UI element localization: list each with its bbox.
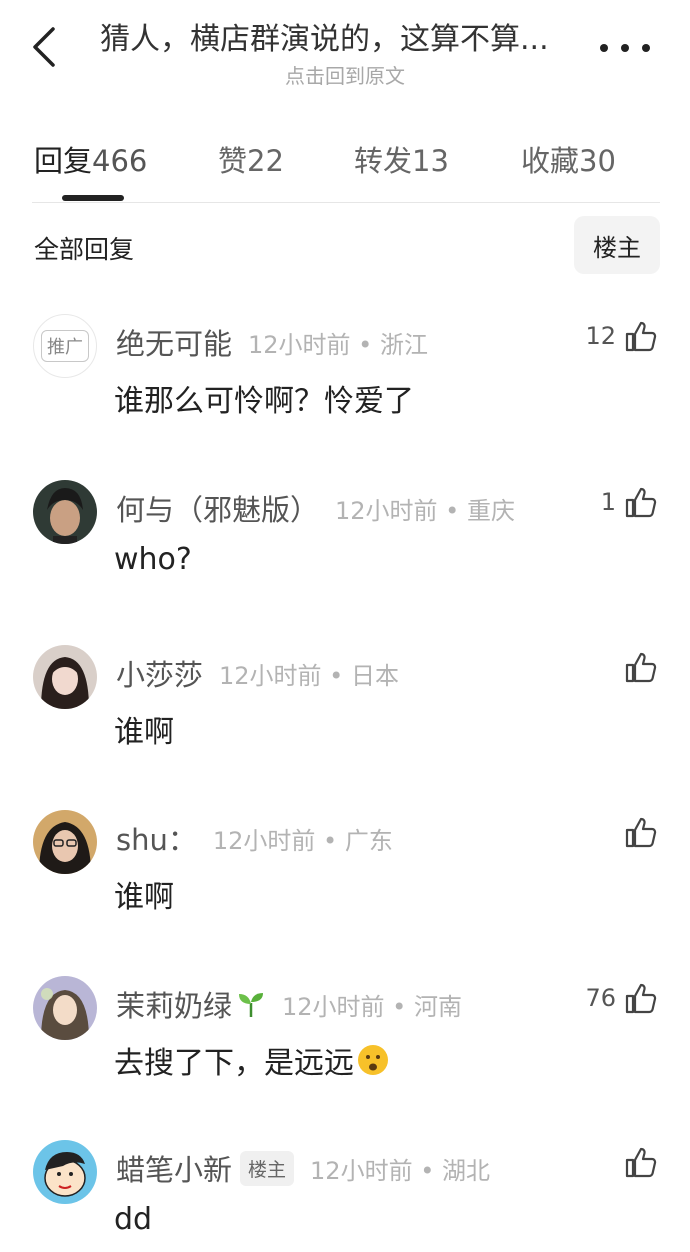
like-button[interactable] xyxy=(624,812,658,852)
like-button[interactable]: 1 xyxy=(601,482,658,522)
avatar-image xyxy=(33,976,97,1040)
comment-page: 猜人，横店群演说的，这算不算... 点击回到原文 回复466 赞22 转发13 … xyxy=(0,0,690,1252)
username[interactable]: 何与（邪魅版） xyxy=(116,487,319,529)
comment-meta: 12小时前 • 浙江 xyxy=(248,330,428,359)
avatar[interactable] xyxy=(33,1140,97,1204)
thumbs-up-icon xyxy=(625,983,657,1014)
like-button[interactable]: 12 xyxy=(585,316,658,356)
comment-item: 茉莉奶绿 12小时前 • 河南 76 去搜了下，是远远 xyxy=(0,976,690,1126)
comment-item: 何与（邪魅版） 12小时前 • 重庆 1 who? xyxy=(0,480,690,630)
avatar-image xyxy=(33,480,97,544)
comment-item: 推广 绝无可能 12小时前 • 浙江 12 谁那么可怜啊？怜爱了 xyxy=(0,314,690,464)
tab-bar: 回复466 赞22 转发13 收藏30 xyxy=(0,130,690,200)
like-count: 1 xyxy=(600,488,616,516)
more-button[interactable] xyxy=(600,36,650,60)
comment-text: 谁那么可怜啊？怜爱了 xyxy=(114,384,414,419)
username[interactable]: 绝无可能 xyxy=(116,321,232,363)
comment-meta: 12小时前 • 日本 xyxy=(219,661,399,690)
avatar-image xyxy=(33,645,97,709)
comment-text: dd xyxy=(114,1202,153,1237)
tab-likes[interactable]: 赞22 xyxy=(218,138,284,180)
tab-divider xyxy=(32,202,660,203)
comment-meta: 12小时前 • 河南 xyxy=(282,992,462,1021)
frowning-face-emoji xyxy=(358,1045,388,1075)
thumbs-up-icon xyxy=(625,1147,657,1178)
comment-item: 蜡笔小新 楼主 12小时前 • 湖北 dd xyxy=(0,1140,690,1252)
all-replies-label: 全部回复 xyxy=(34,235,135,264)
avatar[interactable] xyxy=(33,810,97,874)
comment-meta: 12小时前 • 广东 xyxy=(212,826,393,855)
avatar[interactable] xyxy=(33,976,97,1040)
tab-favorites[interactable]: 收藏30 xyxy=(521,138,616,180)
thumbs-up-icon xyxy=(625,321,657,352)
back-to-original-link[interactable]: 点击回到原文 xyxy=(0,60,690,89)
comment-text: 谁啊 xyxy=(114,715,174,750)
like-count: 12 xyxy=(585,322,616,350)
comment-item: shu： 12小时前 • 广东 谁啊 xyxy=(0,810,690,960)
avatar[interactable]: 推广 xyxy=(33,314,97,378)
thumbs-up-icon xyxy=(625,652,657,683)
op-only-filter-button[interactable]: 楼主 xyxy=(574,216,660,274)
more-dots-icon xyxy=(600,44,608,52)
avatar[interactable] xyxy=(33,480,97,544)
avatar[interactable] xyxy=(33,645,97,709)
username[interactable]: 茉莉奶绿 xyxy=(116,983,232,1025)
username[interactable]: 蜡笔小新 xyxy=(116,1147,232,1189)
active-tab-indicator xyxy=(62,195,124,201)
comment-meta: 12小时前 • 湖北 xyxy=(310,1156,490,1185)
post-title[interactable]: 猜人，横店群演说的，这算不算... xyxy=(100,14,580,58)
comment-meta: 12小时前 • 重庆 xyxy=(335,496,515,525)
comment-item: 小莎莎 12小时前 • 日本 谁啊 xyxy=(0,645,690,795)
like-count: 76 xyxy=(585,984,616,1012)
like-button[interactable] xyxy=(624,647,658,687)
like-button[interactable] xyxy=(624,1142,658,1182)
tab-reposts[interactable]: 转发13 xyxy=(354,138,449,180)
op-badge: 楼主 xyxy=(240,1150,295,1186)
avatar-image xyxy=(33,810,97,874)
seedling-emoji xyxy=(239,993,264,1017)
comment-text: who? xyxy=(114,542,192,577)
avatar-image xyxy=(33,1140,97,1204)
username[interactable]: shu： xyxy=(116,817,197,859)
thumbs-up-icon xyxy=(625,817,657,848)
header-bar: 猜人，横店群演说的，这算不算... 点击回到原文 xyxy=(0,0,690,100)
promoted-tag: 推广 xyxy=(41,330,89,362)
comment-text: 谁啊 xyxy=(114,880,174,915)
comment-text: 去搜了下，是远远 xyxy=(114,1038,390,1082)
username[interactable]: 小莎莎 xyxy=(116,652,203,694)
like-button[interactable]: 76 xyxy=(585,978,658,1018)
thumbs-up-icon xyxy=(625,487,657,518)
tab-replies[interactable]: 回复466 xyxy=(34,138,147,180)
